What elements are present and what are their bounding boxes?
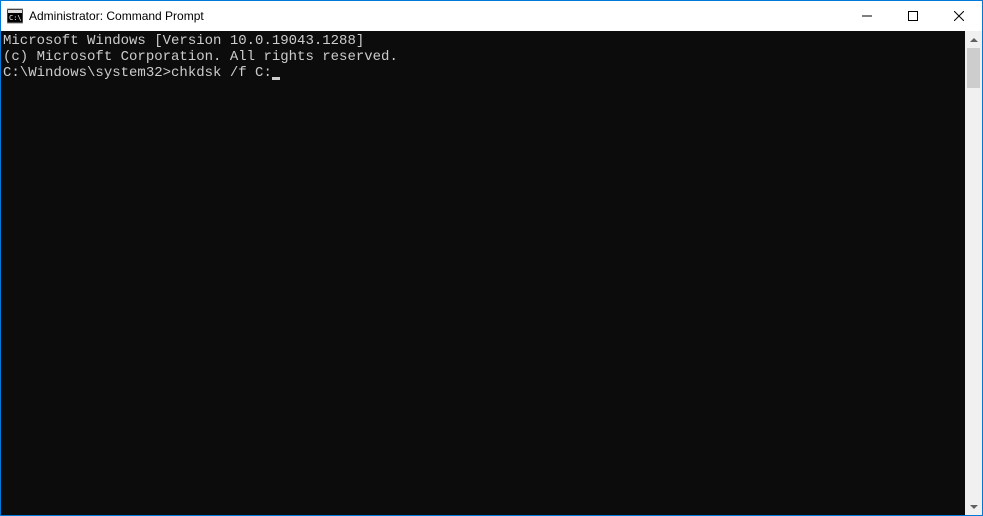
terminal-prompt-line: C:\Windows\system32>chkdsk /f C: [3, 65, 965, 81]
window-controls [844, 1, 982, 31]
maximize-button[interactable] [890, 1, 936, 31]
command-prompt-window: C:\ Administrator: Command Prompt Micros… [0, 0, 983, 516]
terminal-prompt: C:\Windows\system32> [3, 65, 171, 81]
scroll-thumb[interactable] [967, 48, 980, 88]
vertical-scrollbar[interactable] [965, 31, 982, 515]
terminal-command: chkdsk /f C: [171, 65, 272, 81]
cmd-icon: C:\ [7, 8, 23, 24]
svg-text:C:\: C:\ [9, 14, 22, 22]
scroll-up-arrow-icon[interactable] [965, 31, 982, 48]
close-button[interactable] [936, 1, 982, 31]
window-title: Administrator: Command Prompt [29, 9, 204, 23]
scroll-down-arrow-icon[interactable] [965, 498, 982, 515]
terminal-line: Microsoft Windows [Version 10.0.19043.12… [3, 33, 965, 49]
terminal-output[interactable]: Microsoft Windows [Version 10.0.19043.12… [1, 31, 965, 515]
minimize-button[interactable] [844, 1, 890, 31]
content-area: Microsoft Windows [Version 10.0.19043.12… [1, 31, 982, 515]
terminal-cursor [272, 77, 280, 80]
scroll-track[interactable] [965, 48, 982, 498]
terminal-line: (c) Microsoft Corporation. All rights re… [3, 49, 965, 65]
titlebar[interactable]: C:\ Administrator: Command Prompt [1, 1, 982, 31]
